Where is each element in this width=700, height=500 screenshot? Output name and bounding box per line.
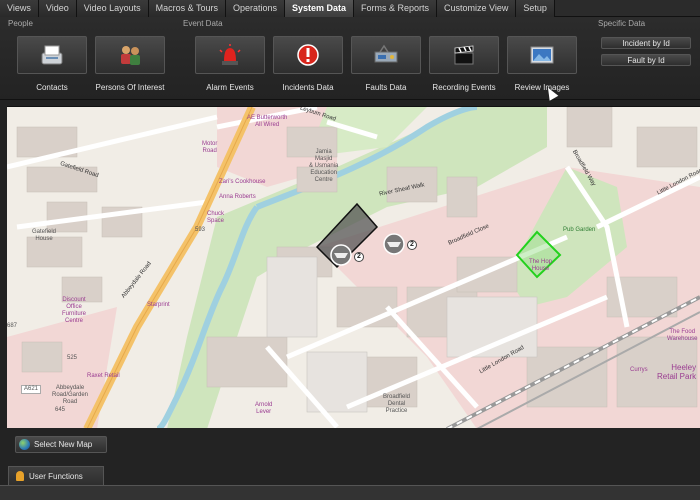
persons-of-interest-label: Persons Of Interest — [95, 83, 165, 92]
map-label-hop-house: The Hop House — [529, 259, 553, 272]
contacts-icon — [41, 45, 63, 65]
user-functions-tab[interactable]: User Functions — [8, 466, 104, 485]
footer-area: Select New Map User Functions — [0, 428, 700, 500]
camera-count-badge: 2 — [354, 252, 364, 262]
review-images-icon — [530, 46, 554, 64]
camera-count-badge: 2 — [407, 240, 417, 250]
contacts-label: Contacts — [36, 83, 68, 92]
alarm-siren-icon — [219, 44, 241, 65]
tab-views[interactable]: Views — [0, 0, 39, 17]
map-label-broadfield-dental: Broadfield Dental Practice — [383, 394, 411, 414]
tab-video[interactable]: Video — [38, 0, 77, 17]
tab-forms-reports[interactable]: Forms & Reports — [354, 0, 438, 17]
incidents-data-label: Incidents Data — [282, 83, 334, 92]
map-label-number-645: 645 — [55, 407, 66, 413]
tab-video-layouts[interactable]: Video Layouts — [76, 0, 149, 17]
map-label-motor-road: Motor Road — [202, 141, 218, 154]
review-images-button[interactable]: Review Images — [507, 36, 577, 102]
map-label-ae-butterworth: AE Butterworth All Wired — [247, 115, 288, 128]
tab-customize-view[interactable]: Customize View — [437, 0, 517, 17]
map-label-number-593: 593 — [195, 227, 206, 233]
map-label-raxet-retail: Raxet Retail — [87, 373, 120, 379]
review-images-label: Review Images — [514, 83, 570, 92]
incidents-data-button[interactable]: Incidents Data — [273, 36, 343, 102]
faults-device-icon — [374, 44, 398, 63]
map-label-number-525: 525 — [67, 355, 78, 361]
map-label-chuck-space: Chuck Space — [207, 211, 225, 224]
map-label-discount-office: Discount Office Furniture Centre — [62, 297, 87, 324]
recording-events-button[interactable]: Recording Events — [429, 36, 499, 102]
persons-of-interest-button[interactable]: Persons Of Interest — [95, 36, 165, 102]
map-label-heeley-retail-park: Heeley Retail Park — [657, 363, 697, 381]
recording-events-label: Recording Events — [432, 83, 496, 92]
map-label-abbeydale-garden-road: Abbeydale Road/Garden Road — [52, 385, 89, 405]
group-label-people: People — [8, 19, 33, 28]
group-label-event-data: Event Data — [183, 19, 223, 28]
map-label-anna-roberts: Anna Roberts — [219, 194, 256, 200]
select-new-map-label: Select New Map — [34, 440, 93, 449]
camera-icon[interactable] — [330, 244, 352, 266]
faults-data-button[interactable]: Faults Data — [351, 36, 421, 102]
map-label-jamia-masjid: Jamia Masjid & Usmania Education Centre — [309, 149, 339, 183]
tab-operations[interactable]: Operations — [225, 0, 285, 17]
map-label-zaris-cookhouse: Zari's Cookhouse — [219, 179, 266, 185]
persons-of-interest-icon — [121, 46, 140, 65]
exclamation-icon — [297, 44, 319, 66]
map-label-gatefield-house: Gatefield House — [32, 229, 57, 242]
alarm-events-label: Alarm Events — [206, 83, 254, 92]
fault-by-id-button[interactable]: Fault by Id — [601, 54, 691, 66]
tab-setup[interactable]: Setup — [516, 0, 555, 17]
bell-icon — [16, 471, 24, 481]
map-label-arnold-lever: Arnold Lever — [255, 402, 273, 415]
incident-by-id-button[interactable]: Incident by Id — [601, 37, 691, 49]
map-label-food-warehouse: The Food Warehouse — [667, 329, 698, 342]
map-label-pub-garden: Pub Garden — [563, 227, 596, 233]
user-functions-strip — [0, 485, 700, 500]
app-window: Views Video Video Layouts Macros & Tours Ope… — [0, 0, 700, 500]
map-label-starprint: Starprint — [147, 302, 170, 308]
tab-macros-tours[interactable]: Macros & Tours — [148, 0, 226, 17]
user-functions-label: User Functions — [29, 472, 83, 481]
faults-data-label: Faults Data — [365, 83, 407, 92]
map-label-number-687: 687 — [7, 323, 18, 329]
map-label-currys: Currys — [630, 367, 648, 373]
camera-icon[interactable] — [383, 233, 405, 255]
map-view[interactable]: 2 2 Leybum Road Gatefield Road Gatefield… — [7, 106, 700, 428]
alarm-events-button[interactable]: Alarm Events — [195, 36, 265, 102]
ribbon: People Event Data Specific Data Contacts — [0, 17, 700, 102]
group-label-specific-data: Specific Data — [598, 19, 646, 28]
main-tab-bar: Views Video Video Layouts Macros & Tours Ope… — [0, 0, 700, 17]
map-label-a621: A621 — [21, 385, 42, 394]
select-new-map-button[interactable]: Select New Map — [15, 436, 107, 453]
contacts-button[interactable]: Contacts — [17, 36, 87, 102]
tab-system-data[interactable]: System Data — [285, 0, 355, 17]
globe-icon — [19, 439, 30, 450]
clapperboard-icon — [454, 45, 474, 65]
